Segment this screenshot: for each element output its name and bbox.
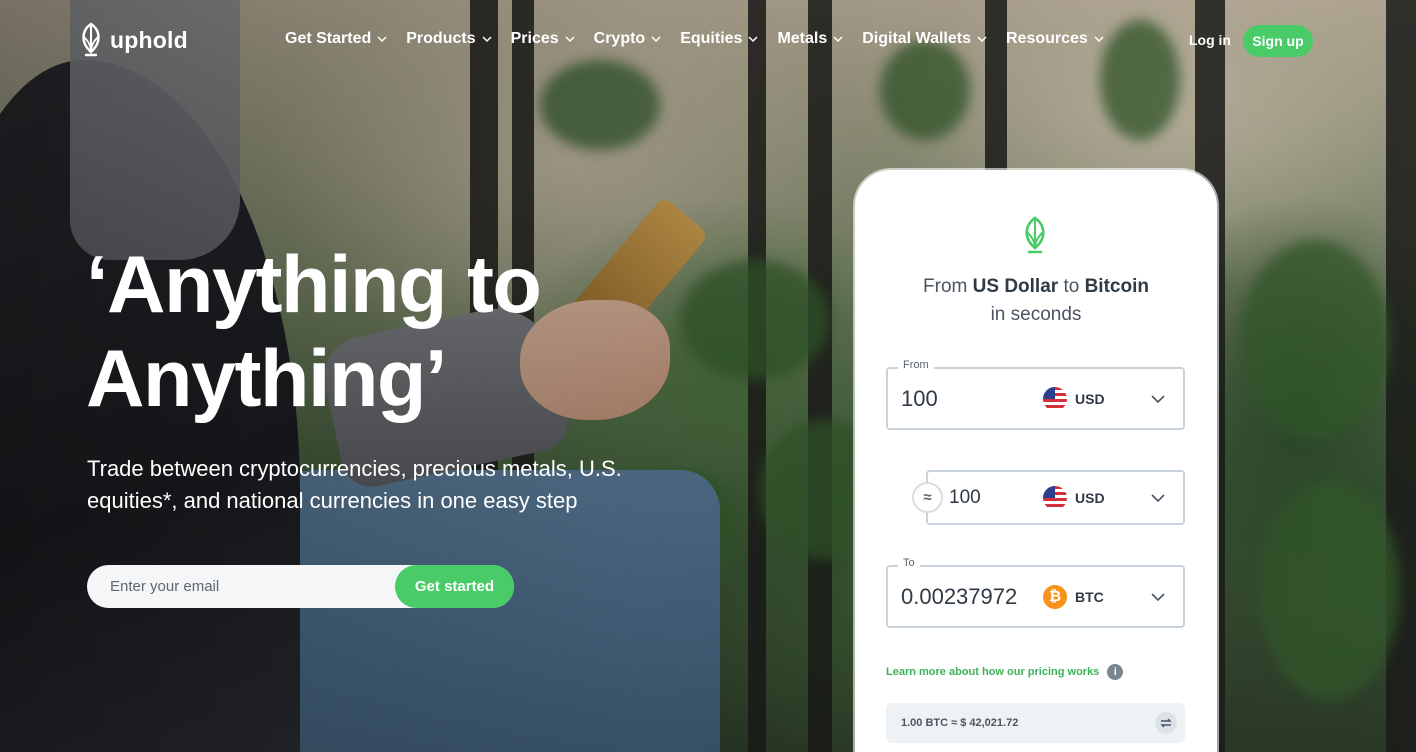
nav-metals[interactable]: Metals — [777, 30, 843, 48]
chevron-down-icon[interactable] — [1151, 591, 1165, 603]
headline-line-1: ‘Anything to — [86, 240, 542, 330]
title-to-currency: Bitcoin — [1084, 276, 1149, 297]
title-prefix: From — [923, 276, 973, 297]
exchange-rate-text: 1.00 BTC ≈ $ 42,021.72 — [901, 717, 1019, 729]
pricing-info-text: Learn more about how our pricing works — [886, 666, 1100, 678]
from-currency-code: USD — [1075, 390, 1105, 407]
us-flag-icon — [1043, 485, 1067, 510]
nav-label: Get Started — [285, 30, 372, 47]
uphold-logo[interactable]: uphold — [78, 22, 188, 58]
pricing-info-link[interactable]: Learn more about how our pricing works i — [886, 664, 1124, 680]
to-currency-code: BTC — [1075, 588, 1104, 605]
nav-prices[interactable]: Prices — [511, 30, 575, 48]
signup-button[interactable]: Sign up — [1243, 25, 1313, 57]
nav-digital-wallets[interactable]: Digital Wallets — [862, 30, 987, 48]
title-mid: to — [1058, 276, 1085, 297]
nav-label: Products — [406, 30, 476, 47]
chevron-down-icon — [1094, 36, 1104, 43]
get-started-button[interactable]: Get started — [395, 565, 514, 608]
login-link[interactable]: Log in — [1189, 32, 1231, 48]
title-suffix: in seconds — [990, 304, 1082, 325]
intermediate-amount[interactable]: 100 — [949, 472, 981, 523]
to-field[interactable]: To 0.00237972 ₿ BTC — [886, 557, 1185, 628]
us-flag-icon — [1043, 386, 1067, 411]
chevron-down-icon — [833, 36, 843, 43]
title-from-currency: US Dollar — [972, 276, 1059, 297]
nav-equities[interactable]: Equities — [680, 30, 758, 48]
nav-label: Crypto — [593, 30, 646, 47]
logo-text: uphold — [110, 26, 188, 53]
hero-subtext: Trade between cryptocurrencies, precious… — [87, 456, 622, 513]
chevron-down-icon — [977, 36, 987, 43]
uphold-logo-icon — [82, 22, 100, 57]
from-field[interactable]: From 100 USD — [886, 359, 1185, 430]
bitcoin-icon: ₿ — [1043, 584, 1067, 609]
chevron-down-icon[interactable] — [1151, 492, 1165, 504]
approximately-icon: ≈ — [912, 482, 943, 513]
intermediate-field[interactable]: 100 USD — [926, 470, 1185, 525]
to-amount[interactable]: 0.00237972 — [901, 567, 1017, 626]
headline-line-2: Anything’ — [86, 334, 447, 424]
exchange-rate-box: 1.00 BTC ≈ $ 42,021.72 — [886, 703, 1185, 743]
chevron-down-icon — [748, 36, 758, 43]
swap-icon[interactable] — [1155, 712, 1177, 734]
uphold-logo-icon — [1025, 216, 1045, 254]
nav-label: Resources — [1006, 30, 1088, 47]
chevron-down-icon[interactable] — [1151, 393, 1165, 405]
info-icon: i — [1107, 664, 1124, 680]
nav-label: Digital Wallets — [862, 30, 971, 47]
nav-crypto[interactable]: Crypto — [594, 30, 662, 48]
from-amount[interactable]: 100 — [901, 369, 938, 428]
top-nav: uphold Get Started Products Prices Crypt… — [0, 0, 1416, 82]
email-signup-form: Get started — [87, 565, 514, 608]
chevron-down-icon — [482, 36, 492, 43]
nav-label: Equities — [680, 30, 743, 47]
chevron-down-icon — [651, 36, 661, 43]
chevron-down-icon — [565, 36, 575, 43]
chevron-down-icon — [377, 36, 387, 43]
main-menu: Get Started Products Prices Crypto Equit… — [285, 30, 1123, 48]
from-currency-select[interactable]: USD — [1043, 369, 1105, 428]
email-input[interactable] — [87, 565, 407, 608]
intermediate-currency-code: USD — [1075, 489, 1105, 506]
nav-get-started[interactable]: Get Started — [285, 30, 387, 48]
widget-title: From US Dollar to Bitcoin in seconds — [855, 273, 1217, 329]
nav-resources[interactable]: Resources — [1006, 30, 1104, 48]
hero-headline: ‘Anything to Anything’ — [86, 238, 706, 426]
nav-label: Prices — [510, 30, 559, 47]
intermediate-currency-select[interactable]: USD — [1043, 472, 1105, 523]
conversion-widget: From US Dollar to Bitcoin in seconds Fro… — [855, 170, 1217, 752]
to-currency-select[interactable]: ₿ BTC — [1043, 567, 1104, 626]
nav-products[interactable]: Products — [406, 30, 492, 48]
nav-label: Metals — [777, 30, 828, 47]
